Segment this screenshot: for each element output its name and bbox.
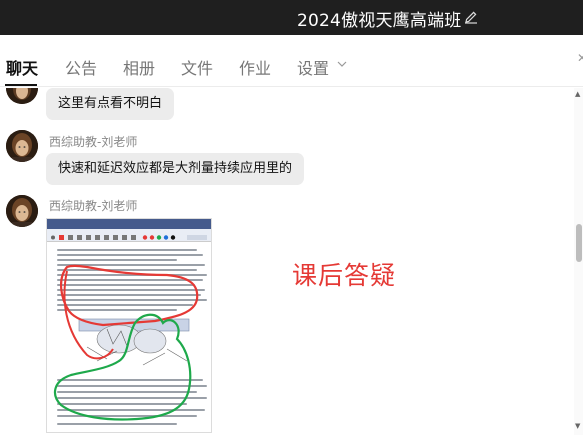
avatar[interactable]	[6, 88, 38, 104]
scrollbar-thumb[interactable]	[576, 224, 582, 262]
title-bar: 2024傲视天鹰高端班	[0, 0, 583, 35]
tab-settings[interactable]: 设置	[297, 55, 329, 79]
edit-icon[interactable]	[464, 10, 478, 24]
tab-announcements[interactable]: 公告	[65, 55, 97, 79]
sender-name: 西综助教-刘老师	[49, 135, 138, 149]
scroll-down-icon[interactable]: ▼	[575, 422, 580, 430]
active-tab-indicator	[5, 84, 37, 86]
avatar[interactable]	[6, 130, 38, 162]
message-bubble[interactable]: 这里有点看不明白	[46, 88, 175, 120]
tab-bar: 聊天 公告 相册 文件 作业 设置 ✕	[0, 35, 583, 87]
chevron-down-icon[interactable]	[337, 60, 347, 68]
message-bubble[interactable]: 快速和延迟效应都是大剂量持续应用里的	[46, 153, 305, 185]
tab-files[interactable]: 文件	[181, 55, 213, 79]
avatar[interactable]	[6, 195, 38, 227]
tab-album[interactable]: 相册	[123, 55, 155, 79]
annotated-figure	[53, 264, 199, 421]
sender-name: 西综助教-刘老师	[49, 199, 138, 213]
chat-area[interactable]: 这里有点看不明白 西综助教-刘老师 快速和延迟效应都是大剂量持续应用里的 西综助…	[0, 88, 574, 435]
group-title: 2024傲视天鹰高端班	[297, 11, 462, 31]
scroll-up-icon[interactable]: ▲	[575, 90, 580, 98]
scrollbar[interactable]: ▲ ▼	[574, 88, 583, 435]
image-message[interactable]	[46, 218, 212, 433]
handwritten-note: 课后答疑	[292, 261, 397, 290]
tab-homework[interactable]: 作业	[239, 55, 271, 79]
tab-chat[interactable]: 聊天	[6, 55, 38, 79]
close-icon[interactable]: ✕	[577, 51, 583, 65]
